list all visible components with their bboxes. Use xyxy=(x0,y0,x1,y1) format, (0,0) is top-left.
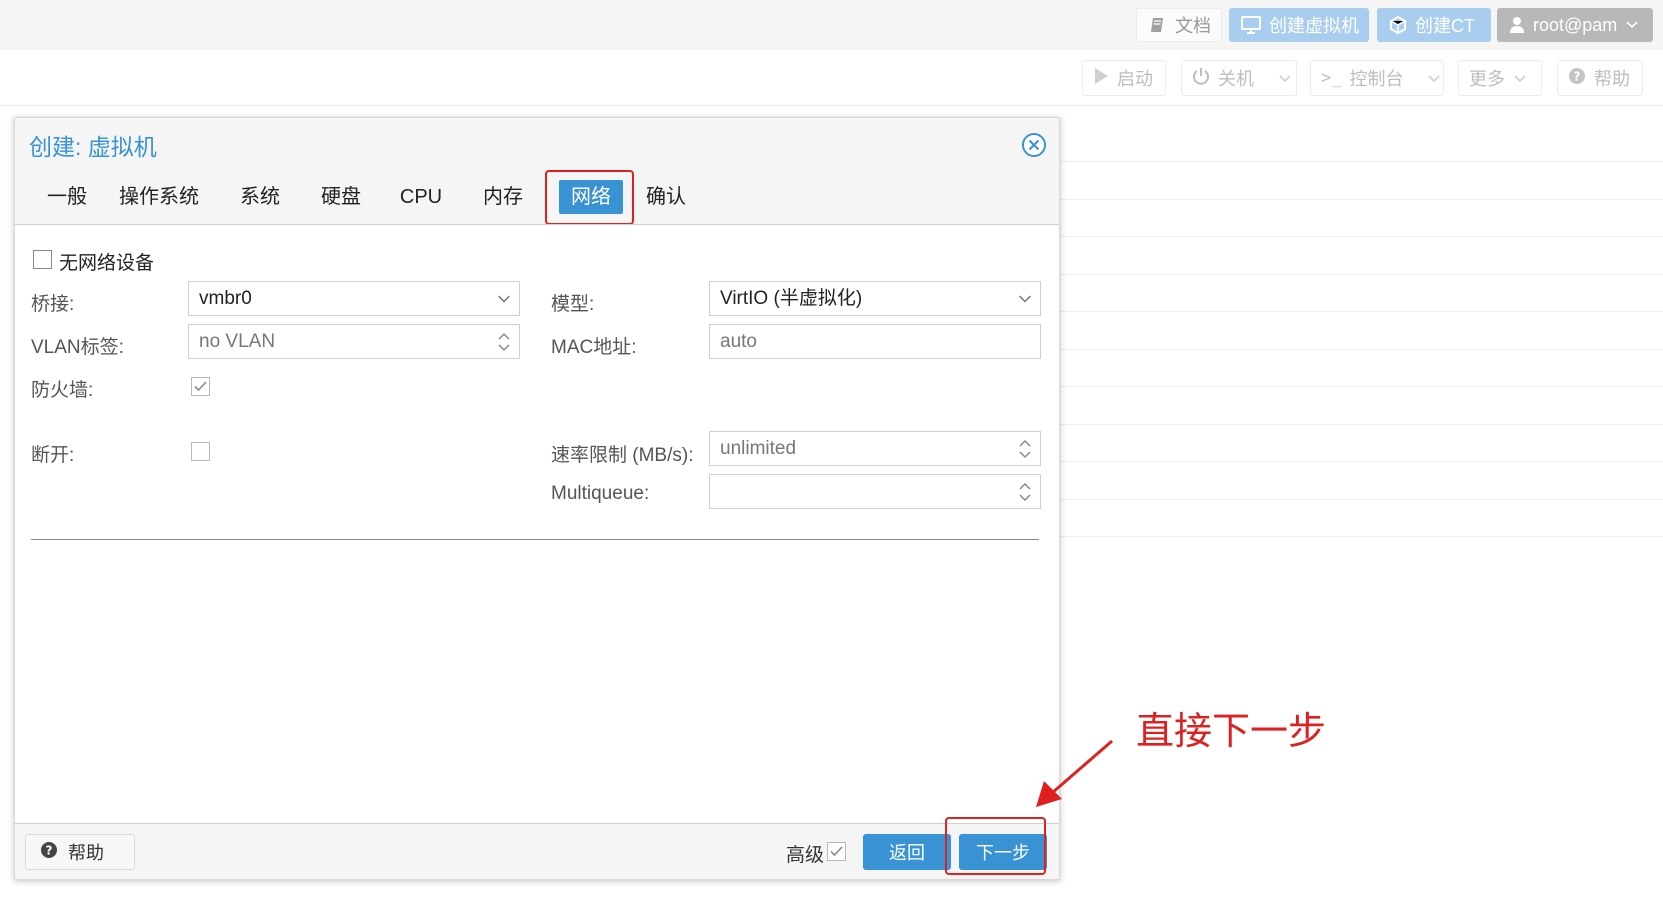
advanced-separator xyxy=(31,539,1039,540)
no-network-label: 无网络设备 xyxy=(59,253,155,274)
rate-limit-value: unlimited xyxy=(720,438,797,459)
console-button[interactable]: >_ 控制台 xyxy=(1310,60,1444,96)
model-value: VirtIO (半虚拟化) xyxy=(720,288,863,309)
power-icon xyxy=(1192,67,1210,90)
annotation-arrow-icon xyxy=(1036,739,1113,807)
tab-confirm[interactable]: 确认 xyxy=(641,180,691,214)
tab-memory[interactable]: 内存 xyxy=(478,180,528,214)
row-divider xyxy=(1060,161,1663,162)
mac-label: MAC地址: xyxy=(551,337,637,358)
close-icon[interactable] xyxy=(1021,132,1047,158)
vlan-spinner[interactable]: no VLAN xyxy=(188,324,520,359)
shutdown-button[interactable]: 关机 xyxy=(1181,60,1297,96)
wizard-tabs: 一般 操作系统 系统 硬盘 CPU 内存 网络 确认 xyxy=(15,170,1061,227)
start-button[interactable]: 启动 xyxy=(1082,60,1166,96)
more-label: 更多 xyxy=(1469,69,1505,89)
svg-text:?: ? xyxy=(46,843,53,857)
annotation-text: 直接下一步 xyxy=(1136,711,1327,753)
bridge-select[interactable]: vmbr0 xyxy=(188,281,520,316)
create-vm-button[interactable]: 创建虚拟机 xyxy=(1229,8,1369,42)
row-divider xyxy=(1060,536,1663,537)
help-toolbar-label: 帮助 xyxy=(1594,69,1630,89)
row-divider xyxy=(1060,499,1663,500)
monitor-icon xyxy=(1241,16,1261,34)
more-button[interactable]: 更多 xyxy=(1458,60,1542,96)
shutdown-label: 关机 xyxy=(1218,69,1254,89)
chevron-down-icon[interactable] xyxy=(497,282,511,315)
vlan-label: VLAN标签: xyxy=(31,337,124,358)
mac-input[interactable]: auto xyxy=(709,324,1041,359)
spinner-arrows-icon[interactable] xyxy=(1018,475,1032,508)
disconnect-label: 断开: xyxy=(31,445,75,466)
spinner-arrows-icon[interactable] xyxy=(1018,432,1032,465)
tab-cpu[interactable]: CPU xyxy=(396,180,446,214)
tab-system[interactable]: 系统 xyxy=(235,180,285,214)
console-label: 控制台 xyxy=(1349,69,1404,89)
user-label: root@pam xyxy=(1533,14,1618,35)
rate-limit-spinner[interactable]: unlimited xyxy=(709,431,1041,466)
row-divider xyxy=(1060,349,1663,350)
create-vm-dialog: 创建: 虚拟机 一般 操作系统 系统 硬盘 CPU 内存 网络 确认 无网络设备… xyxy=(14,117,1060,880)
docs-button[interactable]: 文档 xyxy=(1136,8,1222,42)
help-toolbar-button[interactable]: ? 帮助 xyxy=(1557,60,1643,96)
docs-label: 文档 xyxy=(1175,16,1211,36)
create-ct-button[interactable]: 创建CT xyxy=(1377,8,1491,42)
next-button-highlight xyxy=(945,817,1046,875)
check-icon xyxy=(830,846,843,857)
advanced-checkbox[interactable] xyxy=(827,842,846,861)
row-divider xyxy=(1060,199,1663,200)
tab-general[interactable]: 一般 xyxy=(37,180,97,214)
network-tab-highlight xyxy=(545,170,634,225)
vlan-value: no VLAN xyxy=(199,331,276,352)
spinner-arrows-icon[interactable] xyxy=(497,325,511,358)
top-bar: 文档 创建虚拟机 创建CT root@pam xyxy=(0,0,1663,50)
model-label: 模型: xyxy=(551,294,595,315)
terminal-icon: >_ xyxy=(1321,68,1342,88)
chevron-down-icon xyxy=(1625,20,1639,30)
dialog-footer: ? 帮助 高级 返回 下一步 xyxy=(15,824,1059,880)
question-circle-icon: ? xyxy=(1568,67,1586,90)
multiqueue-label: Multiqueue: xyxy=(551,483,650,504)
play-icon xyxy=(1093,67,1109,90)
advanced-label: 高级 xyxy=(786,845,825,866)
book-icon xyxy=(1149,16,1167,34)
svg-text:?: ? xyxy=(1574,69,1581,83)
cube-icon xyxy=(1389,16,1407,34)
chevron-down-icon xyxy=(1513,68,1527,89)
firewall-label: 防火墙: xyxy=(31,380,94,401)
bridge-label: 桥接: xyxy=(31,294,75,315)
row-divider xyxy=(1060,386,1663,387)
disconnect-checkbox[interactable] xyxy=(191,442,210,461)
rate-limit-label: 速率限制 (MB/s): xyxy=(551,445,694,466)
user-icon xyxy=(1509,16,1525,34)
user-menu[interactable]: root@pam xyxy=(1497,8,1653,42)
help-label: 帮助 xyxy=(68,843,104,863)
network-panel: 无网络设备 桥接: vmbr0 模型: VirtIO (半虚拟化) VLAN标签… xyxy=(15,224,1059,824)
back-button[interactable]: 返回 xyxy=(863,834,951,870)
chevron-down-icon[interactable] xyxy=(1278,68,1292,89)
start-label: 启动 xyxy=(1117,69,1153,89)
create-ct-label: 创建CT xyxy=(1415,16,1475,36)
mac-value: auto xyxy=(720,331,757,352)
question-circle-icon: ? xyxy=(40,841,58,864)
firewall-checkbox[interactable] xyxy=(191,377,210,396)
check-icon xyxy=(194,381,207,392)
model-select[interactable]: VirtIO (半虚拟化) xyxy=(709,281,1041,316)
vm-toolbar: 启动 关机 >_ 控制台 更多 ? 帮助 xyxy=(0,50,1663,106)
bridge-value: vmbr0 xyxy=(199,288,252,309)
chevron-down-icon[interactable] xyxy=(1427,68,1441,89)
multiqueue-spinner[interactable] xyxy=(709,474,1041,509)
no-network-checkbox[interactable] xyxy=(33,250,52,269)
create-vm-label: 创建虚拟机 xyxy=(1269,16,1359,36)
help-button[interactable]: ? 帮助 xyxy=(25,834,135,870)
row-divider xyxy=(1060,236,1663,237)
row-divider xyxy=(1060,424,1663,425)
tab-os[interactable]: 操作系统 xyxy=(115,180,203,214)
tab-disk[interactable]: 硬盘 xyxy=(316,180,366,214)
chevron-down-icon[interactable] xyxy=(1018,282,1032,315)
row-divider xyxy=(1060,311,1663,312)
dialog-title: 创建: 虚拟机 xyxy=(29,134,157,160)
row-divider xyxy=(1060,274,1663,275)
row-divider xyxy=(1060,461,1663,462)
